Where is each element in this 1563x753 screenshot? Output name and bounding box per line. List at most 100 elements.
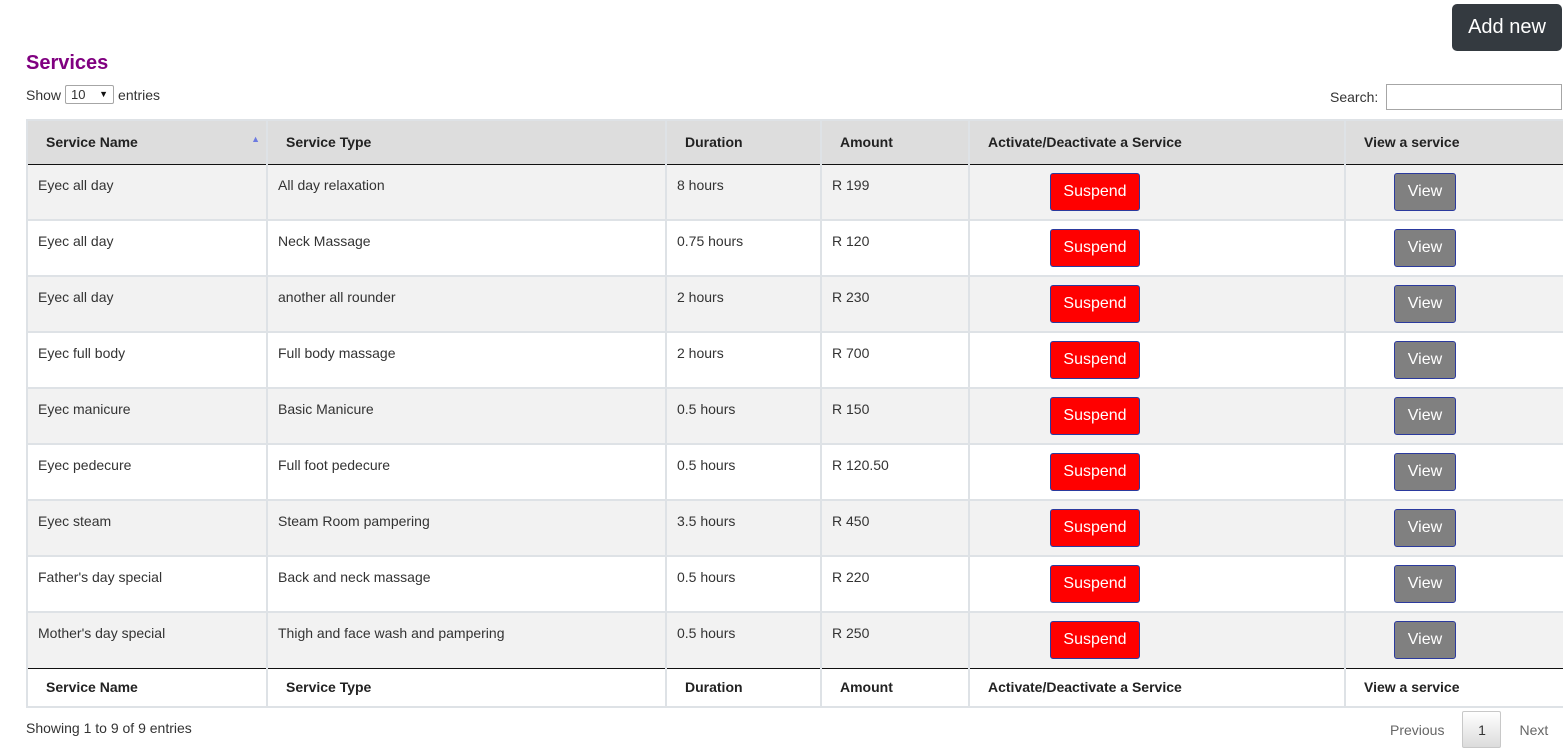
table-info: Showing 1 to 9 of 9 entries: [26, 720, 192, 736]
next-page-link[interactable]: Next: [1507, 722, 1560, 738]
cell-amount: R 199: [820, 164, 970, 221]
column-header-amount[interactable]: Amount: [820, 119, 970, 165]
table-row: Eyec all day Neck Massage 0.75 hours R 1…: [26, 220, 1563, 277]
entries-select-value: 10: [71, 87, 86, 102]
footer-label-duration: Duration: [665, 668, 822, 708]
cell-service-name: Mother's day special: [26, 612, 268, 669]
cell-duration: 8 hours: [665, 164, 822, 221]
column-header-service-name[interactable]: Service Name ▲: [26, 119, 268, 165]
column-header-duration[interactable]: Duration: [665, 119, 822, 165]
table-row: Mother's day special Thigh and face wash…: [26, 612, 1563, 669]
table-header-row: Service Name ▲ Service Type Duration Amo…: [26, 119, 1563, 165]
footer-label-service-type: Service Type: [266, 668, 667, 708]
cell-view: View: [1344, 612, 1563, 669]
services-table: Service Name ▲ Service Type Duration Amo…: [26, 119, 1563, 708]
page-button-current[interactable]: 1: [1462, 711, 1502, 748]
cell-activate-deactivate: Suspend: [968, 500, 1346, 557]
view-button[interactable]: View: [1394, 621, 1456, 659]
view-button[interactable]: View: [1394, 509, 1456, 547]
cell-service-type: Basic Manicure: [266, 388, 667, 445]
view-button[interactable]: View: [1394, 229, 1456, 267]
table-row: Father's day special Back and neck massa…: [26, 556, 1563, 613]
cell-service-type: All day relaxation: [266, 164, 667, 221]
cell-activate-deactivate: Suspend: [968, 556, 1346, 613]
table-body: Eyec all day All day relaxation 8 hours …: [26, 164, 1563, 669]
table-row: Eyec steam Steam Room pampering 3.5 hour…: [26, 500, 1563, 557]
cell-amount: R 250: [820, 612, 970, 669]
cell-duration: 0.5 hours: [665, 444, 822, 501]
suspend-button[interactable]: Suspend: [1050, 565, 1140, 603]
cell-amount: R 220: [820, 556, 970, 613]
cell-service-name: Father's day special: [26, 556, 268, 613]
column-header-label: View a service: [1364, 134, 1460, 151]
cell-service-name: Eyec manicure: [26, 388, 268, 445]
suspend-button[interactable]: Suspend: [1050, 341, 1140, 379]
cell-duration: 2 hours: [665, 276, 822, 333]
column-header-activate-deactivate[interactable]: Activate/Deactivate a Service: [968, 119, 1346, 165]
page-title: Services: [26, 52, 109, 74]
cell-view: View: [1344, 164, 1563, 221]
cell-duration: 0.75 hours: [665, 220, 822, 277]
cell-activate-deactivate: Suspend: [968, 444, 1346, 501]
table-row: Eyec manicure Basic Manicure 0.5 hours R…: [26, 388, 1563, 445]
table-row: Eyec all day another all rounder 2 hours…: [26, 276, 1563, 333]
search-input[interactable]: [1386, 84, 1563, 110]
cell-activate-deactivate: Suspend: [968, 276, 1346, 333]
column-header-label: Duration: [685, 134, 743, 151]
cell-service-type: Steam Room pampering: [266, 500, 667, 557]
cell-activate-deactivate: Suspend: [968, 332, 1346, 389]
cell-service-name: Eyec all day: [26, 220, 268, 277]
cell-service-type: Neck Massage: [266, 220, 667, 277]
suspend-button[interactable]: Suspend: [1050, 453, 1140, 491]
cell-activate-deactivate: Suspend: [968, 612, 1346, 669]
suspend-button[interactable]: Suspend: [1050, 229, 1140, 267]
previous-page-link[interactable]: Previous: [1378, 722, 1456, 738]
cell-service-name: Eyec all day: [26, 164, 268, 221]
cell-view: View: [1344, 388, 1563, 445]
cell-amount: R 230: [820, 276, 970, 333]
footer-label-service-name: Service Name: [26, 668, 268, 708]
column-header-service-type[interactable]: Service Type: [266, 119, 667, 165]
add-new-button[interactable]: Add new: [1452, 4, 1562, 51]
footer-label-view-service: View a service: [1344, 668, 1563, 708]
view-button[interactable]: View: [1394, 453, 1456, 491]
view-button[interactable]: View: [1394, 172, 1456, 211]
column-header-label: Amount: [840, 134, 893, 151]
view-button[interactable]: View: [1394, 285, 1456, 323]
entries-select[interactable]: 10 ▼: [65, 85, 115, 104]
suspend-button[interactable]: Suspend: [1050, 172, 1140, 211]
view-button[interactable]: View: [1394, 565, 1456, 603]
cell-service-name: Eyec steam: [26, 500, 268, 557]
cell-activate-deactivate: Suspend: [968, 164, 1346, 221]
cell-activate-deactivate: Suspend: [968, 388, 1346, 445]
suspend-button[interactable]: Suspend: [1050, 621, 1140, 659]
cell-amount: R 150: [820, 388, 970, 445]
view-button[interactable]: View: [1394, 341, 1456, 379]
table-row: Eyec full body Full body massage 2 hours…: [26, 332, 1563, 389]
cell-service-type: Thigh and face wash and pampering: [266, 612, 667, 669]
cell-service-type: Full foot pedecure: [266, 444, 667, 501]
cell-view: View: [1344, 444, 1563, 501]
sort-ascending-icon: ▲: [251, 134, 260, 144]
column-header-label: Service Type: [286, 134, 372, 151]
cell-duration: 2 hours: [665, 332, 822, 389]
entries-label: entries: [118, 86, 161, 103]
cell-service-name: Eyec pedecure: [26, 444, 268, 501]
show-label: Show: [26, 86, 62, 103]
cell-service-type: Full body massage: [266, 332, 667, 389]
cell-duration: 0.5 hours: [665, 388, 822, 445]
cell-amount: R 700: [820, 332, 970, 389]
cell-amount: R 450: [820, 500, 970, 557]
cell-amount: R 120: [820, 220, 970, 277]
cell-duration: 3.5 hours: [665, 500, 822, 557]
entries-length-control: Show 10 ▼ entries: [26, 85, 160, 104]
column-header-view-service[interactable]: View a service: [1344, 119, 1563, 165]
table-row: Eyec all day All day relaxation 8 hours …: [26, 164, 1563, 221]
column-header-label: Activate/Deactivate a Service: [988, 134, 1182, 151]
suspend-button[interactable]: Suspend: [1050, 397, 1140, 435]
view-button[interactable]: View: [1394, 397, 1456, 435]
cell-duration: 0.5 hours: [665, 612, 822, 669]
suspend-button[interactable]: Suspend: [1050, 509, 1140, 547]
suspend-button[interactable]: Suspend: [1050, 285, 1140, 323]
footer-label-amount: Amount: [820, 668, 970, 708]
